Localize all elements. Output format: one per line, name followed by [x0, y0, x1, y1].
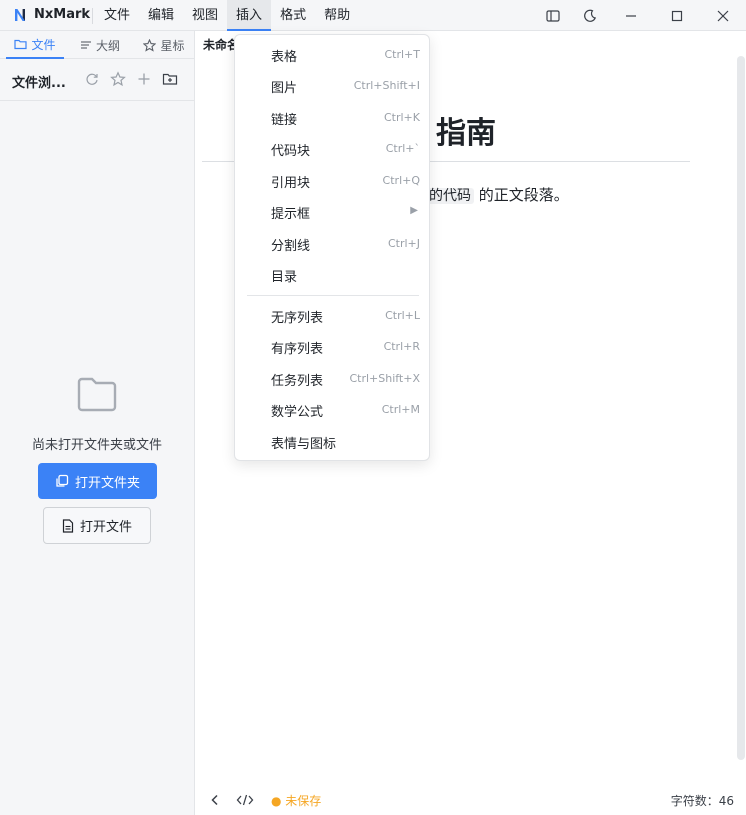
star-icon[interactable] [110, 71, 126, 87]
menu-item-task-list[interactable]: 任务列表 Ctrl+Shift+X [235, 363, 431, 394]
menu-item-ordered-list[interactable]: 有序列表 Ctrl+R [235, 331, 431, 362]
file-icon [62, 518, 74, 533]
menu-separator [247, 295, 419, 296]
menu-item-bullet-list[interactable]: 无序列表 Ctrl+L [235, 300, 431, 331]
menu-help[interactable]: 帮助 [315, 0, 359, 31]
app-logo-icon [15, 9, 25, 21]
chevron-left-icon[interactable] [208, 793, 222, 807]
close-icon [717, 10, 729, 21]
character-count: 字符数：46 [670, 794, 734, 808]
menu-item-emoji[interactable]: 表情与图标 [235, 426, 431, 457]
menu-file[interactable]: 文件 [95, 0, 139, 31]
close-button[interactable] [701, 0, 745, 31]
star-icon [143, 38, 157, 52]
menu-item-label: 无序列表 [271, 311, 324, 326]
tab-outline[interactable]: 大纲 [72, 31, 128, 59]
menu-item-code-block[interactable]: 代码块 Ctrl+` [235, 133, 431, 164]
tab-starred-label: 星标 [160, 38, 185, 53]
menu-item-toc[interactable]: 目录 [235, 259, 431, 290]
menu-item-label: 表情与图标 [271, 437, 337, 452]
menu-item-quote-block[interactable]: 引用块 Ctrl+Q [235, 165, 431, 196]
empty-folder-icon [77, 377, 117, 412]
outline-icon [80, 41, 91, 49]
title-bar: NxMark 文件 编辑 视图 插入 格式 帮助 [0, 0, 746, 31]
explorer-header: 文件浏... [0, 59, 194, 101]
code-view-icon[interactable] [236, 793, 254, 807]
menu-view[interactable]: 视图 [183, 0, 227, 31]
menu-insert[interactable]: 插入 [227, 0, 272, 31]
menu-item-label: 任务列表 [271, 374, 324, 389]
menu-item-shortcut: Ctrl+Shift+I [353, 79, 420, 92]
menu-item-shortcut: Ctrl+M [381, 403, 420, 416]
empty-state-text: 尚未打开文件夹或文件 [31, 438, 162, 453]
sidebar-icon [546, 9, 560, 22]
tab-outline-label: 大纲 [95, 38, 120, 53]
menu-item-label: 有序列表 [271, 342, 324, 357]
menu-item-label: 图片 [271, 81, 298, 96]
sidebar: 文件 大纲 星标 文件浏... 尚未打开文件夹或文件 打开文件夹 打开文件 [0, 31, 195, 815]
menu-item-math[interactable]: 数学公式 Ctrl+M [235, 394, 431, 425]
menu-item-label: 代码块 [271, 144, 311, 159]
minimize-icon [626, 14, 636, 17]
menu-edit[interactable]: 编辑 [139, 0, 183, 31]
menu-item-shortcut: Ctrl+L [385, 309, 420, 322]
new-folder-icon[interactable] [162, 71, 178, 87]
open-folder-button[interactable]: 打开文件夹 [38, 463, 157, 499]
tab-files[interactable]: 文件 [6, 31, 64, 59]
insert-menu-dropdown: 表格 Ctrl+T 图片 Ctrl+Shift+I 链接 Ctrl+K 代码块 … [234, 34, 430, 461]
menu-item-shortcut: Ctrl+R [383, 340, 420, 353]
menu-item-shortcut: Ctrl+K [383, 111, 420, 124]
refresh-icon[interactable] [84, 71, 100, 87]
menu-item-label: 数学公式 [271, 405, 324, 420]
menu-item-image[interactable]: 图片 Ctrl+Shift+I [235, 70, 431, 101]
menu-item-label: 目录 [271, 270, 298, 285]
menu-item-label: 提示框 [271, 207, 311, 222]
menu-item-shortcut: Ctrl+J [387, 237, 420, 250]
menu-item-label: 引用块 [271, 176, 311, 191]
status-bar: ● 未保存 字符数：46 [195, 785, 746, 815]
menu-item-shortcut: Ctrl+Q [382, 174, 420, 187]
folder-icon [14, 39, 28, 50]
menu-item-shortcut: Ctrl+T [384, 48, 420, 61]
menu-item-table[interactable]: 表格 Ctrl+T [235, 39, 431, 70]
menu-separator [92, 8, 93, 24]
open-folder-label: 打开文件夹 [74, 475, 140, 491]
menu-item-shortcut: Ctrl+` [385, 142, 420, 155]
tab-starred[interactable]: 星标 [136, 31, 192, 59]
editor-scrollbar[interactable] [737, 56, 745, 760]
sidebar-tabs: 文件 大纲 星标 [0, 31, 194, 59]
menu-item-callout[interactable]: 提示框 ▶ [235, 196, 431, 227]
document-paragraph[interactable]: 的代码 的正文段落。 [426, 184, 569, 205]
explorer-title: 文件浏... [12, 76, 66, 91]
unsaved-indicator: ● 未保存 [271, 794, 322, 808]
menu-format[interactable]: 格式 [271, 0, 315, 31]
copy-icon [56, 474, 69, 487]
menu-item-divider[interactable]: 分割线 Ctrl+J [235, 228, 431, 259]
menu-item-label: 表格 [271, 50, 298, 65]
maximize-button[interactable] [655, 0, 699, 31]
menu-bar: 文件 编辑 视图 插入 格式 帮助 [92, 0, 359, 31]
paragraph-text: 的正文段落。 [474, 186, 569, 204]
menu-item-shortcut: Ctrl+Shift+X [349, 372, 420, 385]
moon-icon [584, 9, 597, 22]
tab-files-label: 文件 [31, 37, 56, 52]
open-file-button[interactable]: 打开文件 [43, 507, 151, 544]
app-name: NxMark [34, 7, 91, 22]
add-icon[interactable] [136, 71, 152, 87]
maximize-icon [671, 10, 683, 21]
submenu-arrow-icon: ▶ [410, 205, 418, 216]
menu-item-label: 分割线 [271, 239, 311, 254]
menu-item-link[interactable]: 链接 Ctrl+K [235, 102, 431, 133]
document-heading-text: 指南 [436, 116, 496, 151]
inline-code: 的代码 [426, 188, 474, 204]
minimize-button[interactable] [609, 0, 653, 31]
menu-item-label: 链接 [271, 113, 298, 128]
theme-toggle-button[interactable] [568, 0, 612, 31]
open-file-label: 打开文件 [79, 520, 132, 535]
